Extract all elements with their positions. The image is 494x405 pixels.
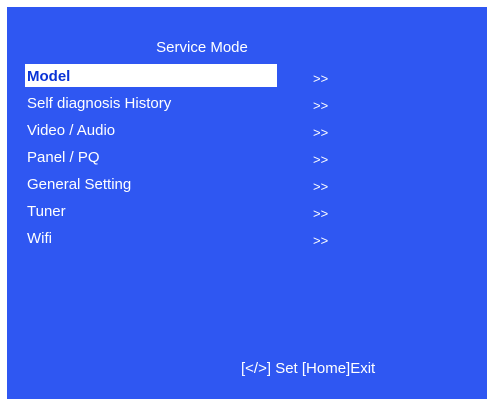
submenu-arrow-icon: >> <box>313 179 329 194</box>
menu-item-label: Video / Audio <box>27 122 116 139</box>
service-mode-panel: Service Mode Model >> Self diagnosis His… <box>7 7 487 399</box>
submenu-arrow-icon: >> <box>313 152 329 167</box>
service-menu: Model >> Self diagnosis History >> Video… <box>25 64 345 253</box>
menu-item-label: Wifi <box>27 230 52 247</box>
menu-item-label: General Setting <box>27 176 132 193</box>
submenu-arrow-icon: >> <box>313 206 329 221</box>
menu-item-label: Self diagnosis History <box>27 95 172 112</box>
submenu-arrow-icon: >> <box>313 71 329 86</box>
submenu-arrow-icon: >> <box>313 125 329 140</box>
key-hint: [</>] Set [Home]Exit <box>241 360 376 377</box>
menu-item-label: Panel / PQ <box>27 149 100 166</box>
menu-item-model[interactable]: Model >> <box>25 64 345 91</box>
menu-item-general-setting[interactable]: General Setting >> <box>25 172 345 199</box>
menu-item-video-audio[interactable]: Video / Audio >> <box>25 118 345 145</box>
menu-item-panel-pq[interactable]: Panel / PQ >> <box>25 145 345 172</box>
menu-item-self-diagnosis-history[interactable]: Self diagnosis History >> <box>25 91 345 118</box>
page-title: Service Mode <box>156 39 248 56</box>
submenu-arrow-icon: >> <box>313 233 329 248</box>
menu-item-label: Tuner <box>27 203 66 220</box>
menu-item-label: Model <box>27 68 71 85</box>
menu-item-wifi[interactable]: Wifi >> <box>25 226 345 253</box>
submenu-arrow-icon: >> <box>313 98 329 113</box>
menu-item-tuner[interactable]: Tuner >> <box>25 199 345 226</box>
